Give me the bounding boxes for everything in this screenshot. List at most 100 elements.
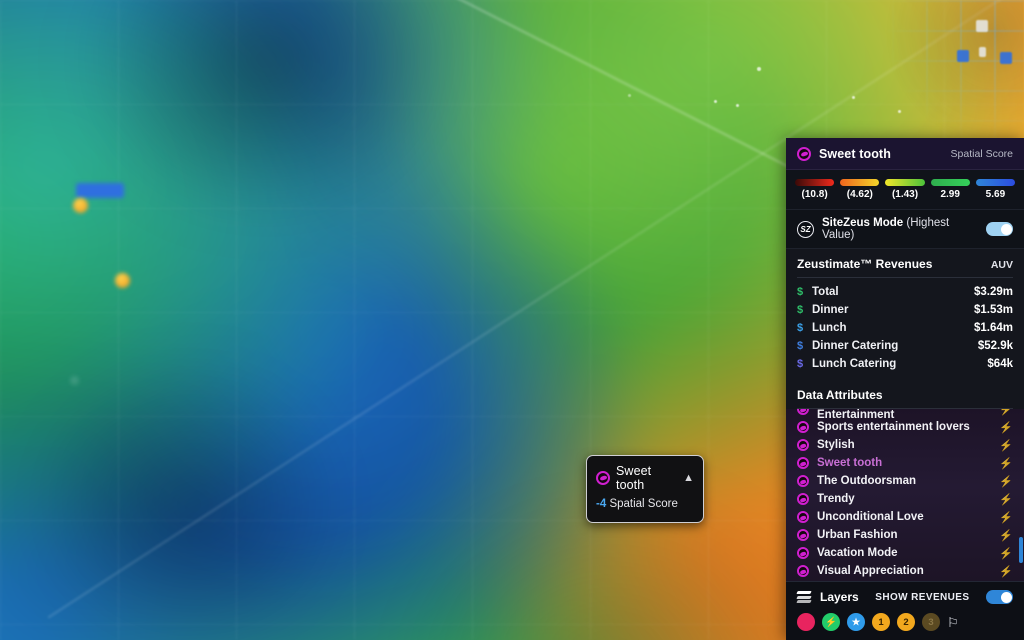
revenue-name: Total: [812, 286, 839, 298]
legend-item[interactable]: (10.8): [795, 179, 835, 200]
revenue-row[interactable]: $ Lunch $1.64m: [797, 319, 1013, 337]
lightning-bolt-icon[interactable]: ⚡: [999, 475, 1013, 488]
show-revenues-toggle[interactable]: [986, 590, 1013, 604]
legend-row: (10.8) (4.62) (1.43) 2.99 5.69: [795, 179, 1016, 200]
dollar-icon: $: [797, 322, 804, 334]
lightning-bolt-icon[interactable]: ⚡: [999, 409, 1013, 416]
attribute-row[interactable]: Sweet tooth ⚡: [797, 454, 1013, 472]
sitezeus-badge-icon: SZ: [797, 220, 814, 238]
map-speck: [898, 110, 901, 113]
legend-item[interactable]: 5.69: [975, 179, 1016, 200]
legend-gradient-bar: [840, 179, 880, 186]
revenue-value: $52.9k: [977, 340, 1013, 352]
lightning-bolt-icon[interactable]: ⚡: [999, 421, 1013, 434]
attribute-row[interactable]: Trendy ⚡: [797, 490, 1013, 508]
attribute-row[interactable]: Visual Appreciation ⚡: [797, 562, 1013, 580]
map-marker-chip[interactable]: [979, 47, 986, 57]
tooltip-subline: -4 Spatial Score: [596, 498, 694, 510]
sitezeus-mode-label: SiteZeus Mode (Highest Value): [822, 217, 978, 241]
layer-chip-green[interactable]: ⚡: [822, 613, 840, 631]
attributes-title: Data Attributes: [797, 388, 883, 402]
layer-chip-blue[interactable]: ★: [847, 613, 865, 631]
revenues-section-header: Zeustimate™ Revenues AUV: [786, 249, 1024, 277]
revenue-row[interactable]: $ Dinner $1.53m: [797, 301, 1013, 319]
map-marker-chip[interactable]: [957, 50, 969, 62]
legend-value: 5.69: [985, 189, 1006, 200]
attribute-label: Sophisticated Live Entertainment: [817, 409, 895, 421]
layer-chip-one[interactable]: 1: [872, 613, 890, 631]
attribute-row[interactable]: Stylish ⚡: [797, 436, 1013, 454]
map-pin-orange-2[interactable]: [115, 273, 130, 288]
lightning-bolt-icon[interactable]: ⚡: [999, 529, 1013, 542]
revenue-row[interactable]: $ Dinner Catering $52.9k: [797, 337, 1013, 355]
lightning-bolt-icon[interactable]: ⚡: [999, 439, 1013, 452]
legend-value: (4.62): [846, 189, 873, 200]
dollar-icon: $: [797, 286, 804, 298]
legend-item[interactable]: 2.99: [930, 179, 970, 200]
layers-label: Layers: [820, 590, 859, 604]
attributes-scrollbar-thumb[interactable]: [1019, 537, 1023, 563]
layer-chip-two[interactable]: 2: [897, 613, 915, 631]
revenues-unit: AUV: [990, 259, 1013, 271]
legend-item[interactable]: (4.62): [840, 179, 880, 200]
dollar-icon: $: [797, 340, 804, 352]
revenue-row[interactable]: $ Total $3.29m: [797, 283, 1013, 301]
attribute-ring-icon: [797, 409, 809, 415]
attribute-row[interactable]: The Outdoorsman ⚡: [797, 472, 1013, 490]
map-speck: [757, 67, 761, 71]
data-attributes-panel[interactable]: Sophisticated Live Entertainment ⚡ Sports …: [786, 409, 1024, 581]
map-speck: [628, 94, 631, 97]
tooltip-score-label: Spatial Score: [609, 498, 678, 510]
map-marker-chip[interactable]: [1000, 52, 1012, 64]
attribute-label: Sweet tooth: [817, 457, 883, 469]
panel-header: Sweet tooth Spatial Score: [786, 138, 1024, 170]
layers-stack-icon: [796, 591, 812, 603]
attribute-label: Sports entertainment lovers: [817, 421, 970, 433]
attribute-label: Urban Fashion: [817, 529, 898, 541]
attribute-row[interactable]: Sophisticated Live Entertainment ⚡: [797, 409, 1013, 421]
sitezeus-mode-toggle[interactable]: [986, 222, 1013, 236]
revenue-row[interactable]: $ Lunch Catering $64k: [797, 355, 1013, 373]
attribute-row[interactable]: Urban Fashion ⚡: [797, 526, 1013, 544]
lightning-bolt-icon[interactable]: ⚡: [999, 511, 1013, 524]
attributes-scroll-area[interactable]: Sophisticated Live Entertainment ⚡ Sports …: [786, 409, 1024, 581]
attribute-row[interactable]: Unconditional Love ⚡: [797, 508, 1013, 526]
legend-item[interactable]: (1.43): [885, 179, 925, 200]
panel-header-metric-label: Spatial Score: [950, 148, 1013, 160]
attribute-ring-icon: [797, 475, 809, 487]
revenues-list: $ Total $3.29m $ Dinner $1.53m $ Lunch $1.64m $ Di…: [786, 278, 1024, 380]
layer-chip-flag[interactable]: ⚐: [947, 616, 959, 629]
sitezeus-mode-row[interactable]: SZ SiteZeus Mode (Highest Value): [786, 209, 1024, 249]
attribute-ring-icon: [797, 439, 809, 451]
legend-gradient-bar: [975, 179, 1016, 186]
map-pin-orange-1[interactable]: [73, 198, 88, 213]
sitezeus-mode-text: SiteZeus Mode: [822, 217, 904, 229]
layer-chip-three[interactable]: 3: [922, 613, 940, 631]
attribute-label: Vacation Mode: [817, 547, 898, 559]
map-speck: [714, 100, 717, 103]
attribute-ring-icon: [797, 421, 809, 433]
page-title: Sweet tooth: [819, 147, 891, 161]
lightning-bolt-icon[interactable]: ⚡: [999, 565, 1013, 578]
app-root: Sweet tooth ▲ -4 Spatial Score Sweet too…: [0, 0, 1024, 640]
site-ring-icon: [797, 147, 811, 161]
layer-chip-pink[interactable]: [797, 613, 815, 631]
legend-value: (1.43): [891, 189, 919, 200]
lightning-bolt-icon[interactable]: ⚡: [999, 547, 1013, 560]
tooltip-score: -4: [596, 498, 607, 510]
attribute-label: Visual Appreciation: [817, 565, 924, 577]
attribute-row[interactable]: Vacation Mode ⚡: [797, 544, 1013, 562]
legend-value: 2.99: [940, 189, 960, 200]
map-tooltip[interactable]: Sweet tooth ▲ -4 Spatial Score: [586, 455, 704, 523]
legend-value: (10.8): [801, 189, 828, 200]
attribute-ring-icon: [797, 547, 809, 559]
legend-gradient-bar: [795, 179, 835, 186]
map-label-blue[interactable]: [76, 183, 124, 198]
revenue-name: Dinner: [812, 304, 849, 316]
attribute-label: The Outdoorsman: [817, 475, 917, 487]
attribute-label: Trendy: [817, 493, 855, 505]
lightning-bolt-icon[interactable]: ⚡: [999, 457, 1013, 470]
lightning-bolt-icon[interactable]: ⚡: [999, 493, 1013, 506]
map-marker-chip[interactable]: [976, 20, 988, 32]
attribute-ring-icon: [797, 457, 809, 469]
